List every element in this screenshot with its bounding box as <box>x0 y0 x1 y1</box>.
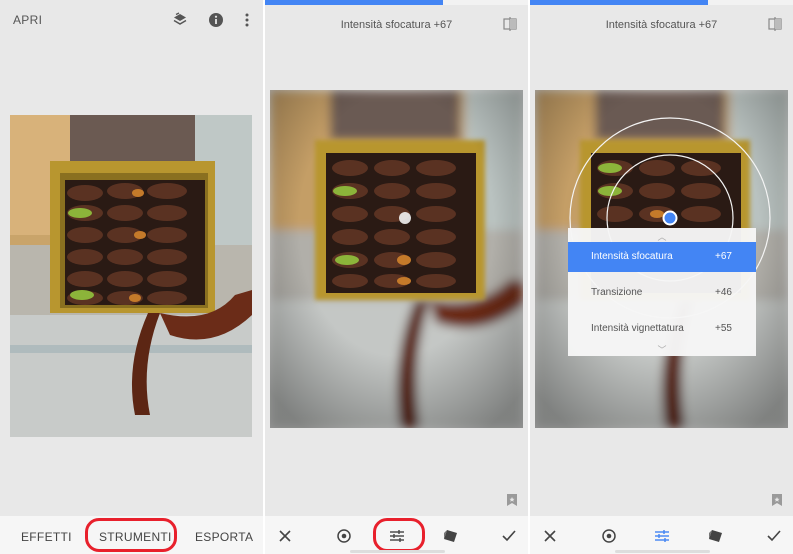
focus-point-handle[interactable] <box>399 212 411 224</box>
panel-main-menu: APRI EFFETTI STRUMENTI ESPORTA <box>0 0 263 554</box>
close-icon[interactable] <box>273 524 297 548</box>
panel-blur-tool: Intensità sfocatura +67 <box>265 0 528 554</box>
home-indicator <box>350 550 445 553</box>
bookmark-icon[interactable] <box>506 493 518 512</box>
layers-icon[interactable] <box>171 11 189 29</box>
menu-item-value: +46 <box>715 287 732 298</box>
progress-strip <box>530 0 793 5</box>
menu-item-value: +67 <box>715 251 732 262</box>
parameter-label: Intensità sfocatura +67 <box>605 19 718 31</box>
compare-icon[interactable] <box>503 17 517 36</box>
highlight-oval <box>373 518 425 552</box>
photo-preview <box>10 115 252 437</box>
focus-point-handle[interactable] <box>662 210 678 226</box>
menu-item-vignette-strength[interactable]: Intensità vignettatura +55 <box>568 314 756 344</box>
menu-item-label: Intensità sfocatura <box>591 251 673 262</box>
tab-esporta[interactable]: ESPORTA <box>195 530 253 544</box>
menu-item-value: +55 <box>715 323 732 334</box>
info-icon[interactable] <box>207 11 225 29</box>
tune-icon[interactable] <box>650 524 674 548</box>
menu-item-label: Transizione <box>591 287 643 298</box>
highlight-oval <box>85 518 177 552</box>
bookmark-icon[interactable] <box>771 493 783 512</box>
compare-icon[interactable] <box>768 17 782 36</box>
menu-item-blur-strength[interactable]: Intensità sfocatura +67 <box>568 242 756 272</box>
more-vert-icon[interactable] <box>240 11 254 29</box>
chevron-down-icon: ﹀ <box>657 345 667 355</box>
close-icon[interactable] <box>538 524 562 548</box>
tab-effetti[interactable]: EFFETTI <box>21 530 72 544</box>
style-icon[interactable] <box>438 524 462 548</box>
photo-blurred <box>270 90 523 428</box>
target-icon[interactable] <box>332 524 356 548</box>
home-indicator <box>615 550 710 553</box>
check-icon[interactable] <box>762 524 786 548</box>
target-icon[interactable] <box>597 524 621 548</box>
check-icon[interactable] <box>497 524 521 548</box>
menu-item-transition[interactable]: Transizione +46 <box>568 278 756 308</box>
progress-strip <box>265 0 528 5</box>
style-icon[interactable] <box>703 524 727 548</box>
open-button[interactable]: APRI <box>13 13 42 27</box>
panel-blur-menu: Intensità sfocatura +67 ︿ Intensità sfoc… <box>530 0 793 554</box>
parameter-label: Intensità sfocatura +67 <box>340 19 453 31</box>
adjustment-menu: ︿ Intensità sfocatura +67 Transizione +4… <box>568 228 756 356</box>
menu-item-label: Intensità vignettatura <box>591 323 684 334</box>
